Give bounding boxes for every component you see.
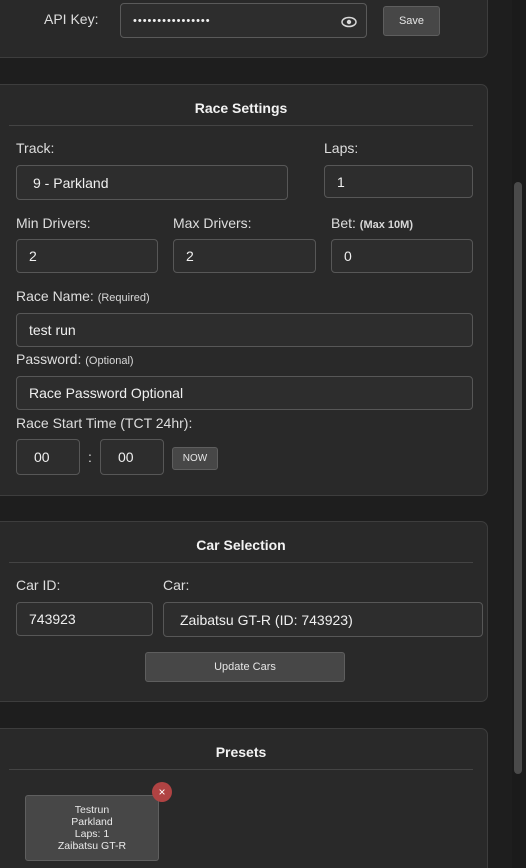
laps-input[interactable]: 1: [324, 165, 473, 198]
race-name-value: test run: [29, 322, 76, 338]
preset-car: Zaibatsu GT-R: [57, 840, 127, 852]
hour-input[interactable]: 00: [16, 439, 80, 475]
minute-input[interactable]: 00: [100, 439, 164, 475]
laps-value: 1: [337, 173, 345, 190]
car-label: Car:: [163, 577, 190, 593]
race-name-label: Race Name: (Required): [16, 288, 150, 304]
bet-input[interactable]: 0: [331, 239, 473, 273]
divider: [9, 769, 473, 770]
api-key-panel: API Key: •••••••••••••••• Save: [0, 0, 488, 58]
divider: [9, 562, 473, 563]
car-id-label: Car ID:: [16, 577, 61, 593]
car-value: Zaibatsu GT-R (ID: 743923): [180, 611, 353, 628]
laps-label: Laps:: [324, 140, 359, 156]
presets-title: Presets: [215, 744, 267, 760]
race-settings-title: Race Settings: [194, 100, 288, 116]
minute-value: 00: [118, 449, 134, 465]
divider: [9, 125, 473, 126]
save-button[interactable]: Save: [383, 6, 440, 36]
api-key-value: ••••••••••••••••: [133, 14, 211, 27]
remove-preset-button[interactable]: ×: [152, 782, 172, 802]
bet-label-text: Bet:: [331, 215, 356, 231]
track-select[interactable]: 9 - Parkland: [16, 165, 288, 200]
password-hint: (Optional): [85, 355, 134, 367]
max-drivers-value: 2: [186, 248, 194, 264]
hour-value: 00: [34, 449, 50, 465]
car-selection-panel: Car Selection Car ID: 743923 Car: Zaibat…: [0, 521, 488, 702]
api-key-label: API Key:: [44, 11, 99, 27]
car-select[interactable]: Zaibatsu GT-R (ID: 743923): [163, 602, 483, 637]
max-drivers-input[interactable]: 2: [173, 239, 316, 273]
track-value: 9 - Parkland: [33, 174, 109, 191]
preset-card[interactable]: Testrun Parkland Laps: 1 Zaibatsu GT-R: [25, 795, 159, 861]
now-button[interactable]: NOW: [172, 447, 218, 470]
race-name-input[interactable]: test run: [16, 313, 473, 347]
password-input[interactable]: Race Password Optional: [16, 376, 473, 410]
track-label: Track:: [16, 140, 55, 156]
preset-name: Testrun: [74, 804, 110, 816]
bet-value: 0: [344, 248, 352, 264]
preset-laps: Laps: 1: [74, 828, 110, 840]
min-drivers-label: Min Drivers:: [16, 215, 91, 231]
race-name-label-text: Race Name:: [16, 288, 94, 304]
car-selection-title: Car Selection: [196, 537, 286, 553]
bet-hint: (Max 10M): [359, 219, 413, 231]
preset-track: Parkland: [71, 816, 113, 828]
start-time-label: Race Start Time (TCT 24hr):: [16, 415, 193, 431]
eye-icon[interactable]: [341, 15, 357, 28]
update-cars-button[interactable]: Update Cars: [145, 652, 345, 682]
min-drivers-input[interactable]: 2: [16, 239, 158, 273]
car-id-value: 743923: [29, 611, 76, 627]
car-id-input[interactable]: 743923: [16, 602, 153, 636]
password-placeholder: Race Password Optional: [29, 385, 184, 401]
password-label: Password: (Optional): [16, 351, 134, 367]
max-drivers-label: Max Drivers:: [173, 215, 252, 231]
bet-label: Bet: (Max 10M): [331, 215, 413, 231]
time-separator: :: [88, 449, 92, 465]
race-settings-panel: Race Settings Track: 9 - Parkland Laps: …: [0, 84, 488, 496]
api-key-input[interactable]: ••••••••••••••••: [120, 3, 367, 38]
race-name-hint: (Required): [97, 292, 150, 304]
min-drivers-value: 2: [29, 248, 37, 264]
scrollbar-thumb[interactable]: [514, 182, 522, 774]
password-label-text: Password:: [16, 351, 82, 367]
